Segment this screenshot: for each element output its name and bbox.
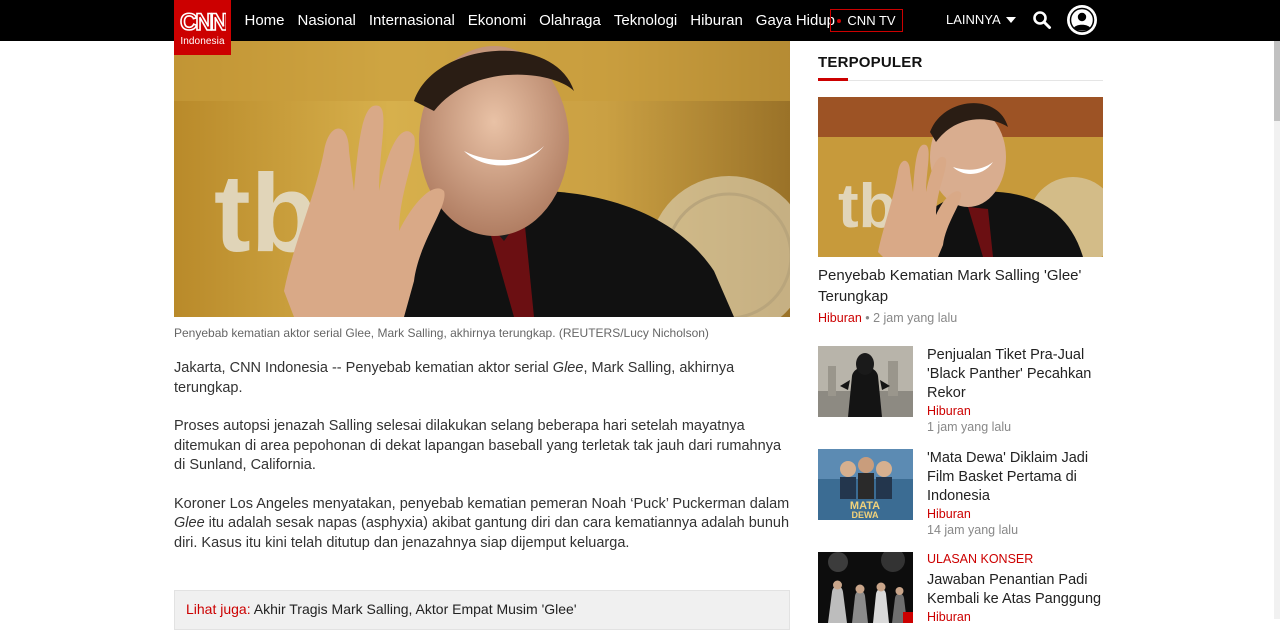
paragraph-text: Jakarta, CNN Indonesia -- Penyebab kemat… <box>174 360 553 376</box>
featured-timestamp: 2 jam yang lalu <box>873 311 958 325</box>
list-item-title[interactable]: Jawaban Penantian Padi Kembali ke Atas P… <box>927 571 1103 609</box>
featured-article-title[interactable]: Penyebab Kematian Mark Salling 'Glee' Te… <box>818 265 1103 307</box>
list-item-timestamp: 14 jam yang lalu <box>927 523 1019 537</box>
see-also-link[interactable]: Lihat juga: Akhir Tragis Mark Salling, A… <box>174 590 790 630</box>
sidebar-divider <box>818 80 1103 81</box>
caret-down-icon <box>1005 16 1016 23</box>
list-item-category[interactable]: Hiburan <box>927 404 1103 418</box>
article-paragraph: Jakarta, CNN Indonesia -- Penyebab kemat… <box>174 359 794 398</box>
paragraph-text: Koroner Los Angeles menyatakan, penyebab… <box>174 495 790 512</box>
featured-category-link[interactable]: Hiburan <box>818 311 862 325</box>
list-item-category[interactable]: Hiburan <box>927 610 1103 624</box>
list-item-text: ULASAN KONSER Jawaban Penantian Padi Kem… <box>927 552 1103 624</box>
cnn-tv-label: CNN TV <box>847 13 896 28</box>
live-dot-icon <box>837 18 842 23</box>
featured-article-image[interactable]: tb <box>818 97 1103 257</box>
list-item-title[interactable]: Penjualan Tiket Pra-Jual 'Black Panther'… <box>927 346 1103 403</box>
article-paragraph: Proses autopsi jenazah Salling selesai d… <box>174 418 782 473</box>
article-thumbnail[interactable] <box>818 346 913 417</box>
nav-item-olahraga[interactable]: Olahraga <box>539 12 601 29</box>
article-thumbnail[interactable]: MATA DEWA <box>818 449 913 520</box>
list-item-title[interactable]: 'Mata Dewa' Diklaim Jadi Film Basket Per… <box>927 449 1103 506</box>
list-item-kicker: ULASAN KONSER <box>927 552 1034 566</box>
svg-text:DEWA: DEWA <box>852 510 880 520</box>
featured-article-meta: Hiburan • 2 jam yang lalu <box>818 311 957 325</box>
more-menu-label: LAINNYA <box>946 12 1001 27</box>
italic-title: Glee <box>552 360 584 376</box>
nav-item-hiburan[interactable]: Hiburan <box>690 12 743 29</box>
image-caption: Penyebab kematian aktor serial Glee, Mar… <box>174 326 709 340</box>
cnn-tv-button[interactable]: CNN TV <box>830 9 903 32</box>
more-menu-button[interactable]: LAINNYA <box>946 12 1016 27</box>
nav-item-nasional[interactable]: Nasional <box>298 12 356 29</box>
nav-item-home[interactable]: Home <box>245 12 285 29</box>
sidebar-title: TERPOPULER <box>818 54 923 71</box>
nav-item-internasional[interactable]: Internasional <box>369 12 455 29</box>
list-item-timestamp: 1 jam yang lalu <box>927 420 1012 434</box>
cnn-indonesia-logo[interactable]: CNN Indonesia <box>174 0 231 55</box>
list-item-text: Penjualan Tiket Pra-Jual 'Black Panther'… <box>927 346 1103 434</box>
user-icon[interactable] <box>1067 5 1097 35</box>
cnn-logo-mark: CNN <box>180 8 226 34</box>
nav-item-teknologi[interactable]: Teknologi <box>614 12 677 29</box>
sidebar-title-accent <box>818 78 848 81</box>
article-paragraph: Koroner Los Angeles menyatakan, penyebab… <box>174 495 794 554</box>
meta-separator: • <box>861 311 874 325</box>
article-hero-image: tb <box>174 41 790 317</box>
scrollbar-thumb[interactable] <box>1274 41 1280 121</box>
nav-item-ekonomi[interactable]: Ekonomi <box>468 12 526 29</box>
see-also-title: Akhir Tragis Mark Salling, Aktor Empat M… <box>250 601 577 617</box>
article-thumbnail[interactable] <box>818 552 913 623</box>
italic-title: Glee <box>174 515 205 531</box>
paragraph-text: itu adalah sesak napas (asphyxia) akibat… <box>174 515 790 551</box>
see-also-label: Lihat juga: <box>186 601 251 617</box>
list-item-text: 'Mata Dewa' Diklaim Jadi Film Basket Per… <box>927 449 1103 537</box>
list-item-category[interactable]: Hiburan <box>927 507 1103 521</box>
search-icon[interactable] <box>1032 10 1052 30</box>
article-body: Jakarta, CNN Indonesia -- Penyebab kemat… <box>174 359 794 572</box>
scrollbar-track[interactable] <box>1274 41 1280 619</box>
svg-text:CNN: CNN <box>180 9 226 34</box>
main-nav: Home Nasional Internasional Ekonomi Olah… <box>238 0 842 41</box>
logo-subtitle: Indonesia <box>180 36 225 47</box>
nav-item-gaya-hidup[interactable]: Gaya Hidup <box>756 12 835 29</box>
